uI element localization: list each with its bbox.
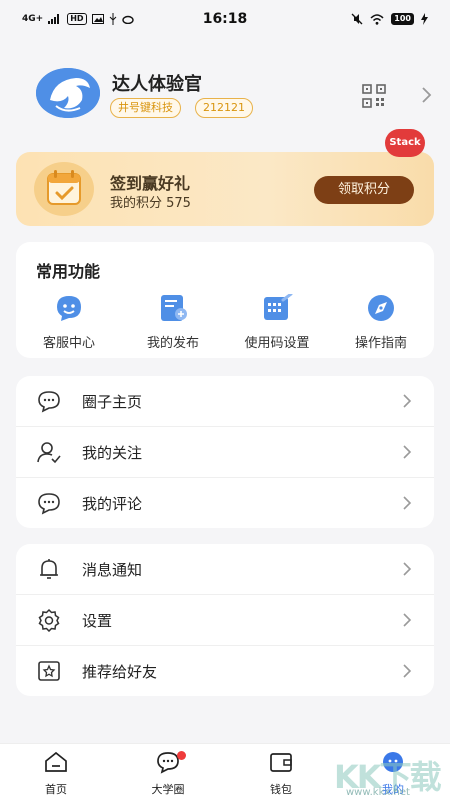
- customer-service-icon: [57, 296, 81, 321]
- usb-icon: [109, 13, 116, 25]
- image-icon: [91, 14, 104, 24]
- guide-compass-icon: [368, 295, 394, 321]
- common-functions-card: 常用功能 客服中心 我的发布 使用码设置 操作指南: [16, 242, 434, 358]
- row-label: 圈子主页: [82, 393, 143, 411]
- chevron-right-icon: [403, 664, 412, 678]
- row-label: 设置: [82, 612, 113, 630]
- func-label: 我的发布: [146, 336, 199, 351]
- my-posts-icon: [161, 295, 187, 321]
- comment-icon: [38, 493, 60, 515]
- wallet-icon: [270, 753, 292, 772]
- company-tag: 井号键科技: [110, 98, 181, 118]
- qr-code-icon[interactable]: [362, 84, 386, 108]
- row-label: 我的评论: [82, 495, 143, 513]
- checkin-icon-wrap: [34, 162, 94, 216]
- func-customer-service[interactable]: 客服中心: [19, 294, 119, 351]
- func-label: 客服中心: [42, 336, 95, 351]
- chevron-right-icon: [403, 394, 412, 408]
- checkin-card[interactable]: 签到赢好礼 我的积分 575 领取积分: [16, 152, 434, 226]
- my-points: 我的积分 575: [110, 196, 191, 211]
- stack-debug-badge[interactable]: Stack: [385, 129, 425, 157]
- bottom-tab-bar: 首页 大学圈 钱包 我的: [0, 743, 450, 800]
- tab-university-circle[interactable]: 大学圈: [123, 750, 213, 797]
- signal-icon: [48, 14, 60, 24]
- dolphin-logo-icon: [36, 68, 100, 118]
- user-id-tag: 212121: [195, 98, 253, 118]
- avatar[interactable]: [36, 68, 100, 118]
- tab-label: 首页: [45, 783, 67, 796]
- tab-wallet[interactable]: 钱包: [236, 750, 326, 797]
- row-circle-home[interactable]: 圈子主页: [16, 376, 434, 426]
- section-title: 常用功能: [36, 262, 101, 281]
- row-my-comments[interactable]: 我的评论: [16, 478, 434, 528]
- row-label: 我的关注: [82, 444, 143, 462]
- bell-icon: [40, 559, 58, 579]
- chevron-right-icon[interactable]: [420, 86, 432, 104]
- list-group-settings: 消息通知 设置 推荐给好友: [16, 544, 434, 696]
- code-settings-icon: [264, 292, 293, 320]
- chevron-right-icon: [403, 613, 412, 627]
- profile-header[interactable]: 达人体验官 井号键科技 212121: [36, 68, 436, 124]
- chevron-right-icon: [403, 562, 412, 576]
- row-notifications[interactable]: 消息通知: [16, 544, 434, 594]
- row-label: 推荐给好友: [82, 663, 158, 681]
- row-label: 消息通知: [82, 561, 143, 579]
- tab-mine[interactable]: 我的: [348, 750, 438, 797]
- row-my-follows[interactable]: 我的关注: [16, 427, 434, 477]
- status-left: 4G+ HD: [22, 13, 134, 25]
- battery-icon: 100: [391, 13, 414, 25]
- user-follow-icon: [37, 442, 61, 464]
- charging-icon: [421, 13, 428, 25]
- tab-home[interactable]: 首页: [11, 750, 101, 797]
- row-settings[interactable]: 设置: [16, 595, 434, 645]
- hd-badge: HD: [67, 13, 87, 25]
- chevron-right-icon: [403, 445, 412, 459]
- gear-icon: [38, 608, 60, 632]
- tab-label: 钱包: [270, 783, 292, 796]
- row-recommend[interactable]: 推荐给好友: [16, 646, 434, 696]
- func-label: 使用码设置: [244, 336, 310, 351]
- profile-icon: [383, 752, 403, 772]
- chevron-right-icon: [403, 496, 412, 510]
- claim-points-button[interactable]: 领取积分: [314, 176, 414, 204]
- func-my-posts[interactable]: 我的发布: [123, 294, 223, 351]
- network-label: 4G+: [22, 14, 44, 24]
- func-guide[interactable]: 操作指南: [331, 294, 431, 351]
- checkin-title: 签到赢好礼: [110, 174, 191, 193]
- status-bar: 4G+ HD 16:18 100: [0, 0, 450, 38]
- home-icon: [45, 751, 67, 772]
- func-code-settings[interactable]: 使用码设置: [227, 292, 327, 351]
- list-group-community: 圈子主页 我的关注 我的评论: [16, 376, 434, 528]
- status-right: 100: [351, 13, 428, 25]
- star-box-icon: [38, 661, 60, 681]
- tab-label: 大学圈: [151, 783, 185, 796]
- chat-bubble-icon: [38, 391, 60, 413]
- wifi-icon: [370, 13, 384, 25]
- cloud-icon: [121, 15, 134, 24]
- calendar-check-icon: [47, 170, 81, 205]
- user-name: 达人体验官: [112, 74, 202, 95]
- notification-dot: [177, 751, 186, 760]
- tab-label: 我的: [382, 783, 404, 796]
- func-label: 操作指南: [354, 336, 407, 351]
- mute-icon: [351, 13, 363, 25]
